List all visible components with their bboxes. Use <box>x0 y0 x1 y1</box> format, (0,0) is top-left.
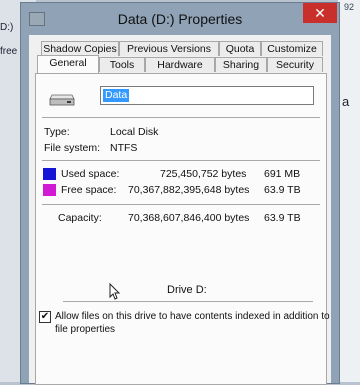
drive-name-input[interactable]: Data <box>100 86 314 105</box>
tab-general[interactable]: General <box>37 55 99 73</box>
title-bar[interactable]: Data (D:) Properties ✕ <box>21 3 339 35</box>
capacity-size: 63.9 TB <box>264 212 301 224</box>
divider <box>42 204 320 205</box>
tab-sharing[interactable]: Sharing <box>215 57 267 72</box>
drive-name-value[interactable]: Data <box>103 89 130 102</box>
tab-tools[interactable]: Tools <box>99 57 145 72</box>
general-tab-panel: Data Type: Local Disk File system: NTFS … <box>35 73 327 385</box>
properties-window: Data (D:) Properties ✕ Shadow Copies Pre… <box>20 2 340 385</box>
used-space-size: 691 MB <box>264 168 301 180</box>
tab-hardware[interactable]: Hardware <box>145 57 215 72</box>
check-icon: ✔ <box>40 311 50 322</box>
free-space-label: Free space: <box>61 184 117 196</box>
file-system-label: File system: <box>44 142 101 154</box>
type-value: Local Disk <box>110 126 159 138</box>
index-contents-checkbox[interactable]: ✔ <box>39 311 51 323</box>
used-space-swatch <box>43 168 56 180</box>
file-system-value: NTFS <box>110 142 138 154</box>
tab-security[interactable]: Security <box>267 57 323 72</box>
drive-letter-label: Drive D: <box>167 284 207 296</box>
divider <box>63 301 313 302</box>
index-contents-label: Allow files on this drive to have conten… <box>55 310 330 336</box>
background-right-mid-text: a <box>342 94 350 109</box>
divider <box>42 160 320 161</box>
tab-previous-versions[interactable]: Previous Versions <box>119 41 219 56</box>
mouse-cursor-icon <box>109 283 121 300</box>
used-space-bytes: 725,450,752 bytes <box>160 168 247 180</box>
index-contents-label-line1: Allow files on this drive to have conten… <box>55 311 330 322</box>
background-right-top-text: 92 <box>344 2 355 12</box>
divider <box>42 117 320 118</box>
capacity-bytes: 70,368,607,846,400 bytes <box>128 212 250 224</box>
hard-drive-icon <box>49 94 75 106</box>
type-label: Type: <box>44 126 70 138</box>
background-drive-label: D:) <box>0 22 14 33</box>
close-icon: ✕ <box>314 5 326 21</box>
tab-shadow-copies[interactable]: Shadow Copies <box>41 41 119 56</box>
index-contents-label-line2: file properties <box>55 324 116 335</box>
used-space-label: Used space: <box>61 168 120 180</box>
tab-customize[interactable]: Customize <box>261 41 323 56</box>
close-button[interactable]: ✕ <box>303 3 337 23</box>
background-window-right: 92 a <box>338 0 360 382</box>
free-space-swatch <box>43 184 56 196</box>
dialog-client-area: Shadow Copies Previous Versions Quota Cu… <box>29 35 331 385</box>
free-space-size: 63.9 TB <box>264 184 301 196</box>
window-title: Data (D:) Properties <box>117 11 243 27</box>
capacity-label: Capacity: <box>58 212 102 224</box>
free-space-bytes: 70,367,882,395,648 bytes <box>128 184 250 196</box>
tab-quota[interactable]: Quota <box>219 41 261 56</box>
